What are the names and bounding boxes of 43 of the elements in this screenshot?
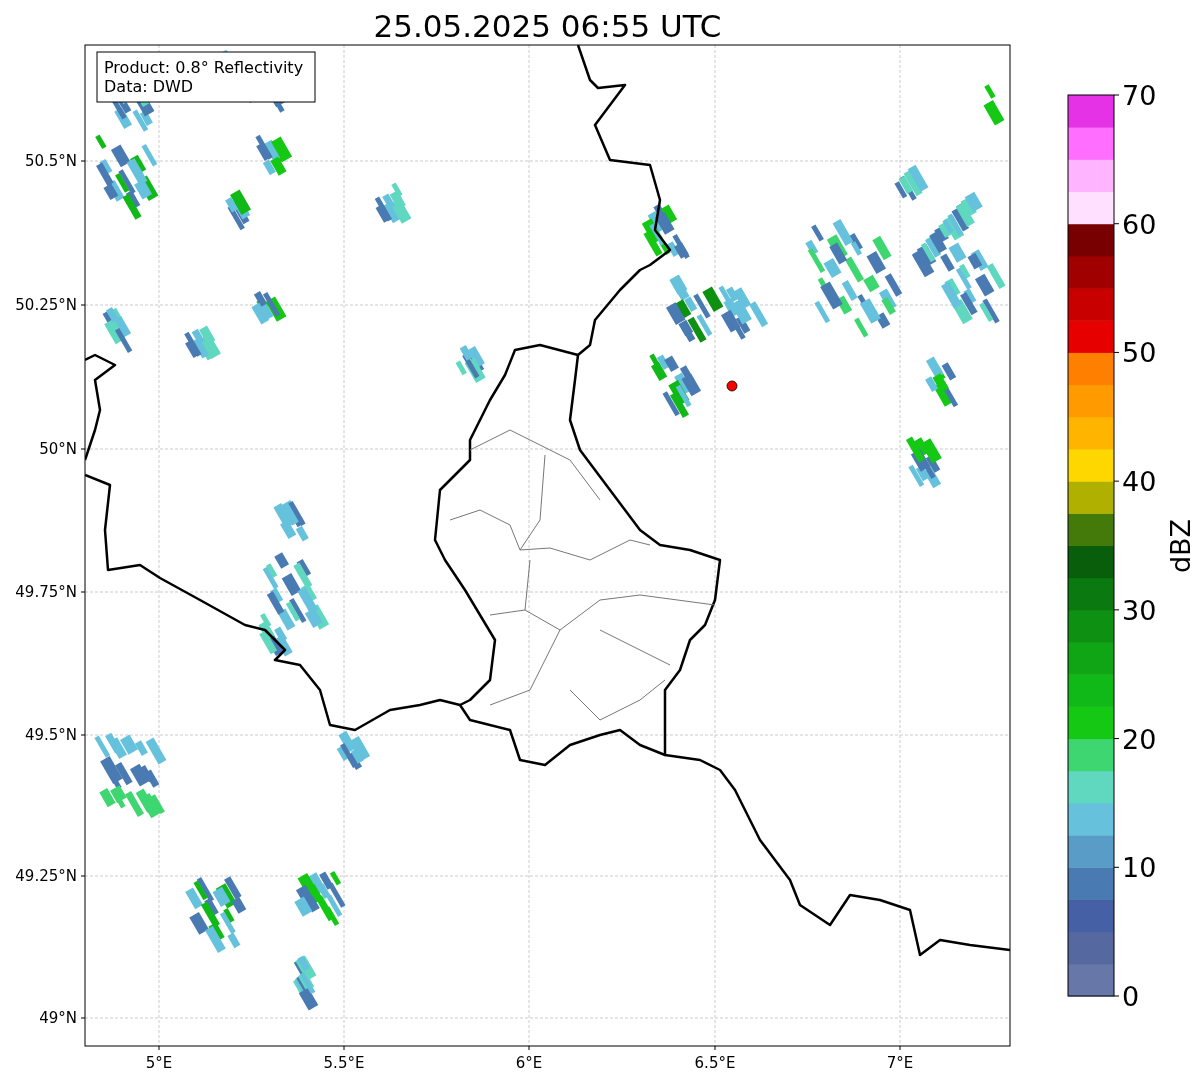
radar-echo <box>225 189 252 231</box>
colorbar-tick-label: 70 <box>1122 80 1157 111</box>
longitude-label: 5.5°E <box>323 1054 365 1072</box>
radar-echo <box>336 730 371 770</box>
radar-echo <box>666 274 724 343</box>
longitude-label: 6.5°E <box>694 1054 736 1072</box>
colorbar-tick-label: 10 <box>1122 852 1157 884</box>
colorbar-tick-label: 30 <box>1122 594 1157 626</box>
longitude-label: 6°E <box>515 1054 543 1072</box>
latitude-label: 50°N <box>39 440 77 458</box>
radar-echo <box>251 291 287 325</box>
radar-echo <box>294 870 346 927</box>
colorbar-tick-label: 0 <box>1122 981 1140 1012</box>
radar-echo <box>455 345 486 384</box>
radar-site-marker <box>726 380 738 392</box>
latitude-label: 49.5°N <box>24 726 77 744</box>
colorbar-tick-label: 40 <box>1122 466 1157 498</box>
colorbar-label: dBZ <box>1165 518 1196 574</box>
radar-echo <box>374 182 412 224</box>
longitude-label: 5°E <box>145 1054 173 1072</box>
radar-echo <box>292 955 319 1011</box>
info-text: Product: 0.8° Reflectivity <box>104 58 304 77</box>
latitude-label: 49.25°N <box>15 867 77 885</box>
radar-echo <box>718 285 769 340</box>
info-text: Data: DWD <box>104 77 194 96</box>
latitude-label: 49.75°N <box>15 583 77 601</box>
radar-echo <box>649 353 702 419</box>
radar-echo <box>641 203 690 259</box>
colorbar-tick-label: 50 <box>1122 337 1157 369</box>
radar-echo <box>983 84 1005 126</box>
radar-echo <box>255 134 293 176</box>
radar-echo <box>905 436 942 489</box>
longitude-label: 7°E <box>886 1054 914 1072</box>
radar-echo <box>273 500 309 542</box>
latitude-label: 50.5°N <box>24 152 77 170</box>
latitude-label: 50.25°N <box>15 296 77 314</box>
radar-echo <box>184 325 221 361</box>
chart-title: 25.05.2025 06:55 UTC <box>373 8 722 44</box>
colorbar-tick-label: 60 <box>1122 208 1157 240</box>
colorbar-tick-label: 20 <box>1122 723 1157 755</box>
radar-echo <box>925 356 959 408</box>
radar-echo <box>102 307 133 354</box>
latitude-label: 49°N <box>39 1009 77 1027</box>
